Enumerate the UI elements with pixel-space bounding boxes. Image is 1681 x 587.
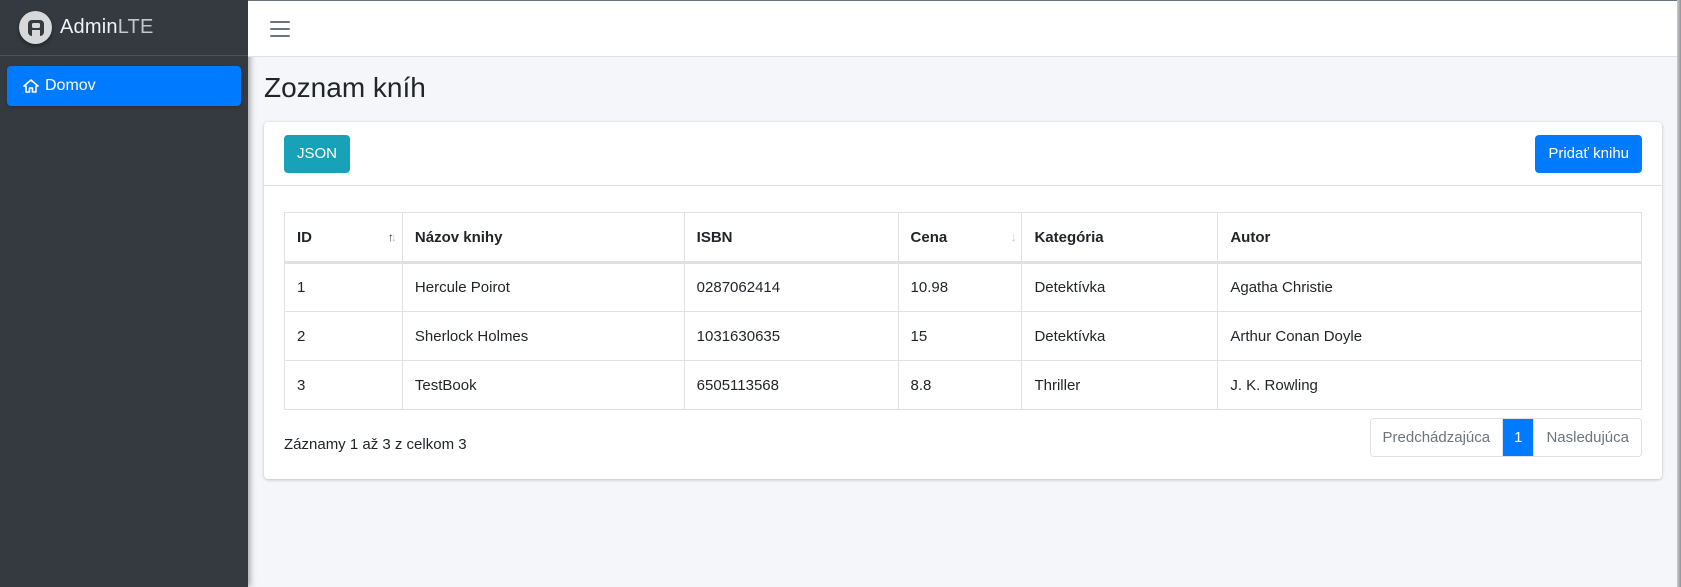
card-body: ID ↑↓ Názov knihy ISBN Cena ↓ Kategória … [264,186,1662,457]
cell-author: Agatha Christie [1217,262,1642,312]
table-footer: Záznamy 1 až 3 z celkom 3 Predchádzajúca… [284,418,1642,457]
column-header-category: Kategória [1021,212,1219,264]
cell-author: J. K. Rowling [1217,360,1642,410]
cell-price: 10.98 [897,262,1023,312]
column-header-title: Názov knihy [401,212,685,264]
main-content: Zoznam kníh JSON Pridať knihu ID ↑↓ Názo… [264,57,1662,479]
table-row: 1 Hercule Poirot 0287062414 10.98 Detekt… [284,262,1642,312]
brand-name-bold: Admin [60,16,118,38]
column-header-isbn: ISBN [683,212,899,264]
column-header-label: ISBN [696,228,733,246]
add-book-button[interactable]: Pridať knihu [1535,134,1642,173]
card-header: JSON Pridať knihu [264,122,1662,186]
column-header-price[interactable]: Cena ↓ [897,212,1023,264]
pagination-page-1[interactable]: 1 [1503,419,1534,456]
home-icon [23,79,39,93]
sidebar-nav: Domov [0,56,248,116]
cell-category: Detektívka [1021,262,1219,312]
column-header-id[interactable]: ID ↑↓ [284,212,403,264]
sidebar-item-domov[interactable]: Domov [7,66,241,106]
cell-category: Detektívka [1021,311,1219,361]
sidebar-item-label: Domov [45,77,96,94]
table-header-row: ID ↑↓ Názov knihy ISBN Cena ↓ Kategória … [284,212,1642,264]
column-header-label: Autor [1230,228,1271,246]
books-card: JSON Pridať knihu ID ↑↓ Názov knihy ISBN… [264,122,1662,479]
table-row: 2 Sherlock Holmes 1031630635 15 Detektív… [284,311,1642,361]
cell-category: Thriller [1021,360,1219,410]
cell-isbn: 1031630635 [683,311,899,361]
pagination: Predchádzajúca 1 Nasledujúca [1369,418,1642,457]
brand-text: AdminLTE [60,16,154,39]
page-title: Zoznam kníh [264,72,426,103]
sort-asc-icon: ↑↓ [387,230,397,244]
cell-title: Sherlock Holmes [401,311,685,361]
cell-id: 3 [284,360,403,410]
cell-author: Arthur Conan Doyle [1217,311,1642,361]
json-button[interactable]: JSON [284,134,351,173]
cell-title: TestBook [401,360,685,410]
column-header-label: Názov knihy [414,228,503,246]
brand-name-light: LTE [117,16,154,38]
window-edge [1677,0,1681,587]
cell-id: 2 [284,311,403,361]
cell-isbn: 0287062414 [683,262,899,312]
hamburger-menu-icon[interactable] [270,17,290,41]
top-navbar [248,0,1681,57]
cell-title: Hercule Poirot [401,262,685,312]
cell-id: 1 [284,262,403,312]
column-header-label: ID [297,228,312,246]
column-header-author: Autor [1217,212,1642,264]
records-info: Záznamy 1 až 3 z celkom 3 [284,436,467,453]
table-row: 3 TestBook 6505113568 8.8 Thriller J. K.… [284,360,1642,410]
column-header-label: Kategória [1034,228,1104,246]
sidebar: AdminLTE Domov [0,0,248,587]
cell-price: 15 [897,311,1023,361]
books-table: ID ↑↓ Názov knihy ISBN Cena ↓ Kategória … [284,212,1642,410]
sort-icon: ↓ [1010,230,1016,244]
column-header-label: Cena [910,228,948,246]
pagination-previous-button[interactable]: Predchádzajúca [1370,419,1504,456]
cell-price: 8.8 [897,360,1023,410]
adminlte-logo-icon [19,11,52,44]
brand-link[interactable]: AdminLTE [0,0,248,56]
pagination-next-button[interactable]: Nasledujúca [1533,419,1641,456]
cell-isbn: 6505113568 [683,360,899,410]
